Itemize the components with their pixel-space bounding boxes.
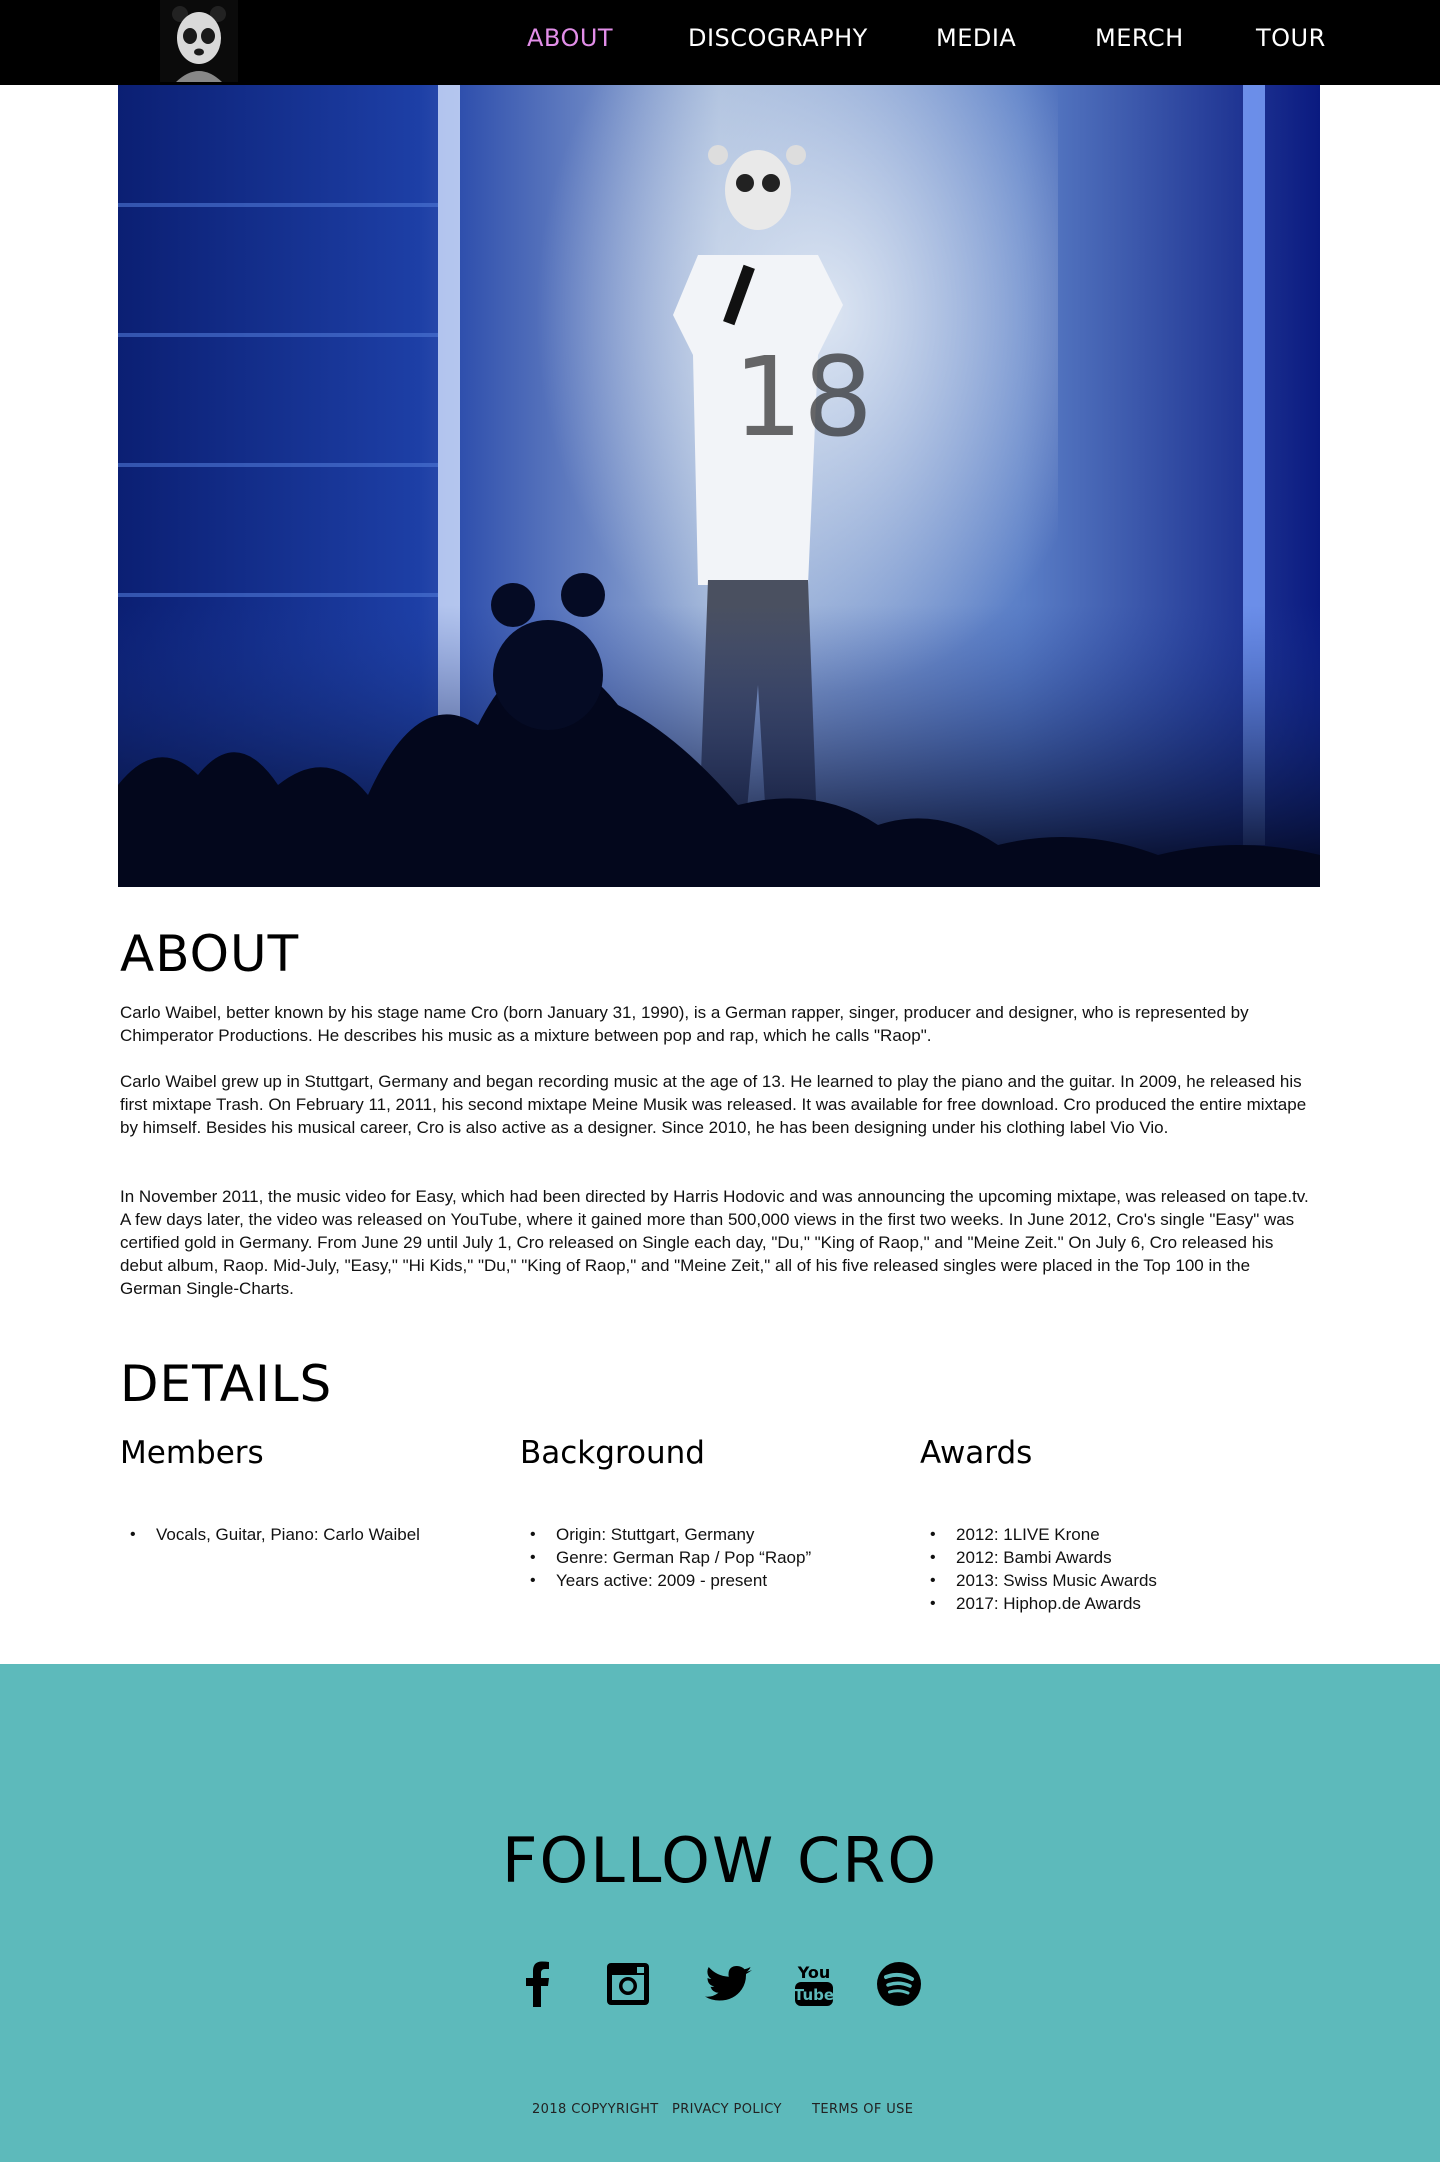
list-item: 2017: Hiphop.de Awards [930,1592,1300,1615]
list-item: Vocals, Guitar, Piano: Carlo Waibel [130,1523,500,1546]
svg-text:You: You [797,1963,831,1982]
hero-concert-photo: 18 [118,85,1320,887]
details-background: Background Origin: Stuttgart, Germany Ge… [520,1435,900,1592]
list-item: 2012: 1LIVE Krone [930,1523,1300,1546]
about-paragraph-3: In November 2011, the music video for Ea… [120,1187,1309,1298]
terms-of-use-link[interactable]: TERMS OF USE [812,2102,913,2117]
background-heading: Background [520,1435,705,1471]
social-links: You Tube [0,1959,1440,2019]
nav-discography[interactable]: DISCOGRAPHY [688,24,868,52]
list-item: Origin: Stuttgart, Germany [530,1523,900,1546]
youtube-icon[interactable]: You Tube [789,1959,839,2009]
footer: FOLLOW CRO You Tube 2018 COPYYRIGHT PRIV… [0,1664,1440,2162]
nav-about[interactable]: ABOUT [527,24,613,52]
privacy-policy-link[interactable]: PRIVACY POLICY [672,2102,782,2117]
svg-text:Tube: Tube [794,1986,834,2004]
about-paragraph-1: Carlo Waibel, better known by his stage … [120,1003,1249,1045]
members-heading: Members [120,1435,264,1471]
about-paragraph-2: Carlo Waibel grew up in Stuttgart, Germa… [120,1072,1307,1137]
list-item: Years active: 2009 - present [530,1569,900,1592]
nav-tour[interactable]: TOUR [1256,24,1326,52]
awards-list: 2012: 1LIVE Krone 2012: Bambi Awards 201… [920,1523,1300,1615]
list-item: 2013: Swiss Music Awards [930,1569,1300,1592]
about-title: ABOUT [120,925,300,983]
list-item: 2012: Bambi Awards [930,1546,1300,1569]
facebook-icon[interactable] [513,1959,563,2009]
nav-merch[interactable]: MERCH [1095,24,1184,52]
spotify-icon[interactable] [874,1959,924,2009]
awards-heading: Awards [920,1435,1033,1471]
concert-photo: 18 [118,85,1320,887]
list-item: Genre: German Rap / Pop “Raop” [530,1546,900,1569]
members-list: Vocals, Guitar, Piano: Carlo Waibel [120,1523,500,1546]
copyright-link[interactable]: 2018 COPYYRIGHT [532,2102,659,2117]
nav-links: ABOUT DISCOGRAPHY MEDIA MERCH TOUR [0,0,1440,85]
footer-links: 2018 COPYYRIGHT PRIVACY POLICY TERMS OF … [0,2102,1440,2122]
twitter-icon[interactable] [705,1959,755,2009]
svg-text:18: 18 [733,333,873,461]
top-navigation: ABOUT DISCOGRAPHY MEDIA MERCH TOUR [0,0,1440,85]
background-list: Origin: Stuttgart, Germany Genre: German… [520,1523,900,1592]
instagram-icon[interactable] [603,1959,653,2009]
details-members: Members Vocals, Guitar, Piano: Carlo Wai… [120,1435,500,1546]
details-title: DETAILS [120,1355,333,1413]
follow-title: FOLLOW CRO [501,1824,939,1897]
details-awards: Awards 2012: 1LIVE Krone 2012: Bambi Awa… [920,1435,1300,1615]
nav-media[interactable]: MEDIA [936,24,1016,52]
